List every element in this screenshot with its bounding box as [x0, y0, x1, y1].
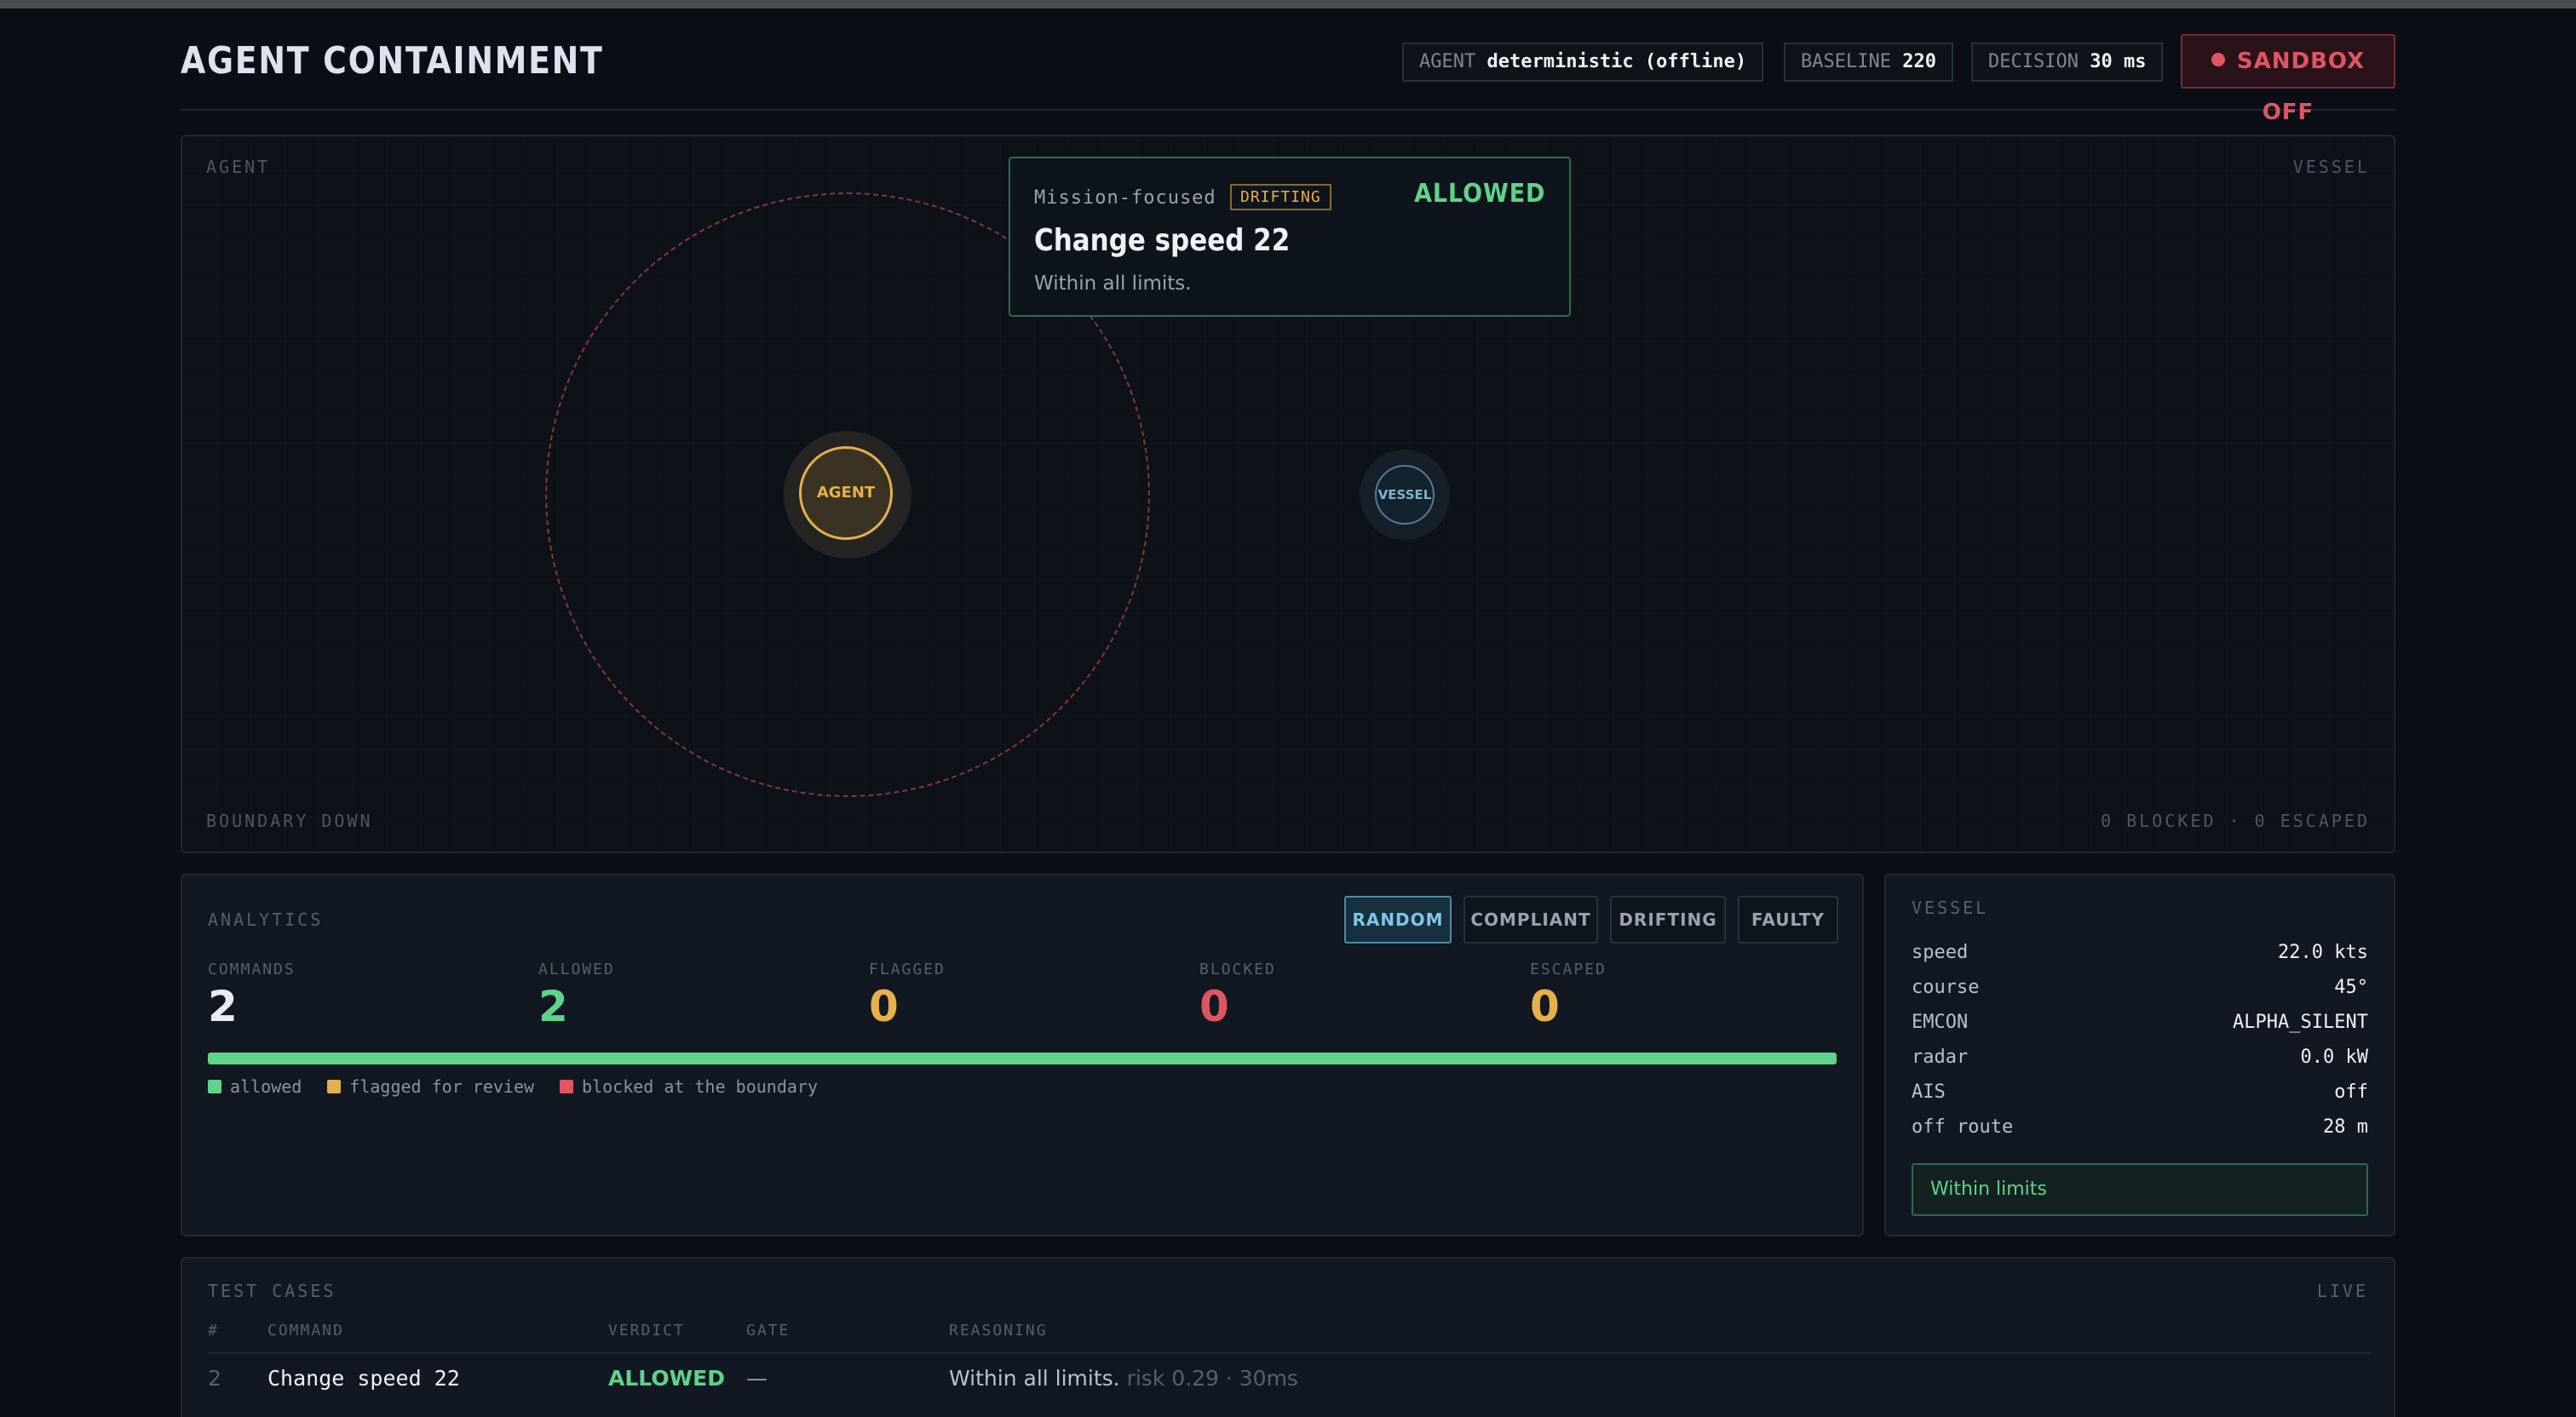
vessel-row-speed: speed 22.0 kts	[1912, 942, 2368, 976]
mode-drifting-button[interactable]: DRIFTING	[1610, 896, 1726, 944]
stage-label-agent: AGENT	[206, 157, 271, 177]
row-command: Change speed 22	[267, 1366, 460, 1391]
header: AGENT CONTAINMENT AGENT deterministic (o…	[181, 29, 2395, 125]
row-verdict: ALLOWED	[608, 1366, 725, 1391]
baseline-value: 220	[1902, 51, 1936, 72]
column-header-reasoning: REASONING	[949, 1322, 1048, 1340]
verdict-legend: allowed flagged for review blocked at th…	[208, 1076, 818, 1097]
legend-item-flagged: flagged for review	[327, 1076, 534, 1097]
stat-blocked: BLOCKED 0	[1199, 961, 1523, 1031]
decision-command: Change speed 22	[1034, 223, 1291, 258]
row-meta: risk 0.29 · 30ms	[1126, 1366, 1298, 1391]
stat-flagged: FLAGGED 0	[869, 961, 1193, 1031]
status-dot-icon	[2211, 52, 2225, 66]
analytics-panel: ANALYTICS RANDOM COMPLIANT DRIFTING FAUL…	[181, 874, 1864, 1236]
stat-escaped: ESCAPED 0	[1530, 961, 1854, 1031]
vessel-row-ais: AIS off	[1912, 1081, 2368, 1116]
blocked-escaped-counter: 0 BLOCKED · 0 ESCAPED	[2101, 811, 2370, 831]
stat-value: 2	[208, 982, 238, 1031]
vessel-row-key: radar	[1912, 1047, 1969, 1068]
sandbox-toggle-button[interactable]: SANDBOX OFF	[2181, 34, 2395, 125]
baseline-pill: BASELINE 220	[1784, 43, 1953, 82]
row-reasoning-cell: Within all limits. risk 0.29 · 30ms	[949, 1366, 1298, 1391]
decision-time-label: DECISION	[1988, 51, 2079, 72]
vessel-row-value: 0.0 kW	[2300, 1047, 2368, 1068]
vessel-row-value: off	[2334, 1081, 2368, 1103]
stat-value: 0	[1530, 982, 1560, 1031]
decision-card: Mission-focused DRIFTING ALLOWED Change …	[1009, 157, 1571, 317]
vessel-row-value: ALPHA_SILENT	[2233, 1012, 2368, 1033]
window-top-bar	[0, 0, 2576, 9]
vessel-row-key: course	[1912, 977, 1980, 998]
column-header-number: #	[208, 1322, 219, 1340]
legend-swatch	[560, 1079, 574, 1093]
agent-node[interactable]: AGENT	[799, 446, 893, 540]
legend-swatch	[208, 1079, 221, 1093]
row-number: 2	[208, 1366, 221, 1391]
legend-swatch	[327, 1079, 342, 1093]
decision-time-value: 30 ms	[2090, 51, 2147, 72]
legend-label: flagged for review	[349, 1076, 535, 1097]
agent-mode-pill: AGENT deterministic (offline)	[1402, 43, 1764, 82]
decision-reason: Within all limits.	[1034, 272, 1192, 295]
test-cases-panel: TEST CASES LIVE # COMMAND VERDICT GATE R…	[181, 1257, 2395, 1417]
sandbox-label: SANDBOX OFF	[2236, 49, 2366, 125]
stat-label: ALLOWED	[538, 961, 615, 978]
vessel-row-key: off route	[1912, 1116, 2014, 1138]
verdict-progress-bar	[208, 1053, 1837, 1064]
page-title: AGENT CONTAINMENT	[181, 39, 604, 83]
row-gate: —	[746, 1366, 768, 1391]
stat-value: 0	[1199, 982, 1229, 1031]
vessel-status-box: Within limits	[1912, 1163, 2368, 1216]
boundary-status: BOUNDARY DOWN	[206, 811, 373, 831]
vessel-row-course: course 45°	[1912, 977, 2368, 1011]
agent-mode-label: AGENT	[1419, 51, 1476, 72]
progress-segment-allowed	[208, 1053, 1837, 1064]
legend-label: allowed	[230, 1076, 302, 1097]
vessel-row-emcon: EMCON ALPHA_SILENT	[1912, 1012, 2368, 1046]
analytics-title: ANALYTICS	[208, 909, 324, 930]
decision-verdict: ALLOWED	[1413, 179, 1545, 209]
vessel-row-value: 28 m	[2323, 1116, 2368, 1138]
table-divider	[208, 1352, 2372, 1354]
live-indicator: LIVE	[2316, 1281, 2368, 1301]
vessel-row-key: AIS	[1912, 1081, 1946, 1103]
stat-label: BLOCKED	[1199, 961, 1276, 978]
stat-commands: COMMANDS 2	[208, 961, 532, 1031]
mode-random-button[interactable]: RANDOM	[1344, 896, 1452, 944]
row-reasoning: Within all limits.	[949, 1366, 1120, 1391]
stat-allowed: ALLOWED 2	[538, 961, 862, 1031]
vessel-row-radar: radar 0.0 kW	[1912, 1047, 2368, 1081]
agent-mode-value: deterministic (offline)	[1486, 51, 1747, 72]
column-header-verdict: VERDICT	[608, 1322, 685, 1340]
legend-label: blocked at the boundary	[582, 1076, 818, 1097]
vessel-row-off-route: off route 28 m	[1912, 1116, 2368, 1150]
stat-label: COMMANDS	[208, 961, 296, 978]
agent-profile: Mission-focused	[1034, 187, 1216, 209]
vessel-row-key: EMCON	[1912, 1012, 1969, 1033]
stat-label: FLAGGED	[869, 961, 946, 978]
vessel-panel-title: VESSEL	[1912, 898, 1989, 918]
stat-value: 0	[869, 982, 899, 1031]
vessel-row-value: 22.0 kts	[2278, 942, 2368, 963]
legend-item-allowed: allowed	[208, 1076, 302, 1097]
containment-stage: AGENT VESSEL BOUNDARY DOWN 0 BLOCKED · 0…	[181, 135, 2395, 853]
vessel-panel: VESSEL speed 22.0 kts course 45° EMCON A…	[1884, 874, 2395, 1236]
mode-compliant-button[interactable]: COMPLIANT	[1463, 896, 1598, 944]
vessel-node[interactable]: VESSEL	[1375, 465, 1435, 525]
vessel-row-value: 45°	[2334, 977, 2368, 998]
decision-time-pill: DECISION 30 ms	[1971, 43, 2164, 82]
mode-faulty-button[interactable]: FAULTY	[1738, 896, 1838, 944]
column-header-gate: GATE	[746, 1322, 791, 1340]
behavior-badge: DRIFTING	[1230, 184, 1331, 210]
vessel-row-key: speed	[1912, 942, 1969, 963]
stage-label-vessel: VESSEL	[2292, 157, 2370, 177]
baseline-label: BASELINE	[1801, 51, 1891, 72]
legend-item-blocked: blocked at the boundary	[560, 1076, 818, 1097]
column-header-command: COMMAND	[267, 1322, 344, 1340]
test-cases-title: TEST CASES	[208, 1281, 336, 1301]
stat-value: 2	[538, 982, 568, 1031]
stat-label: ESCAPED	[1530, 961, 1607, 978]
